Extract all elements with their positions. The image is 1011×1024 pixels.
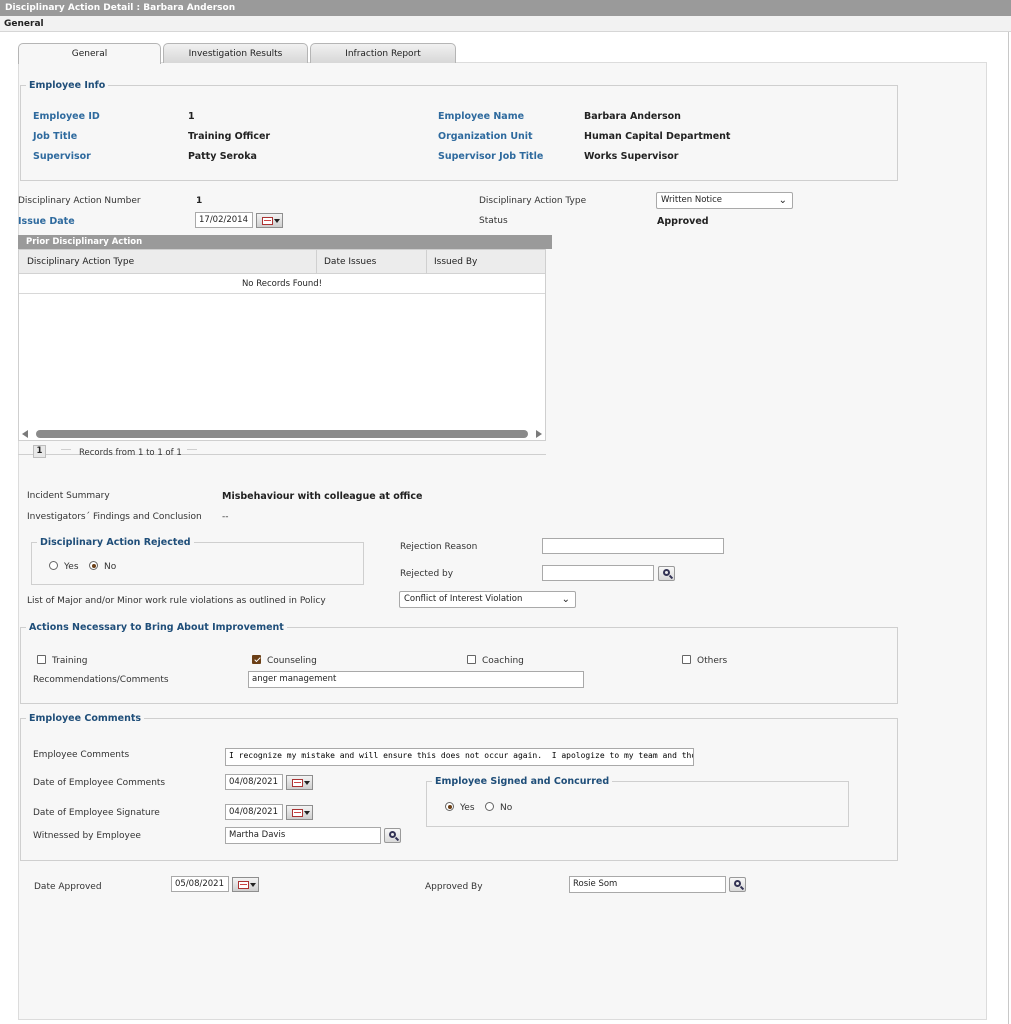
witnessed-label: Witnessed by Employee xyxy=(33,831,141,841)
calendar-icon[interactable] xyxy=(286,805,313,820)
tab-general[interactable]: General xyxy=(18,43,161,64)
employee-name-label: Employee Name xyxy=(438,111,525,122)
recommendations-label: Recommendations/Comments xyxy=(33,675,169,685)
witnessed-input[interactable]: Martha Davis xyxy=(225,827,381,844)
issue-date-label: Issue Date xyxy=(18,216,75,227)
supervisor-job-title-value: Works Supervisor xyxy=(584,151,679,162)
issue-date-input[interactable]: 17/02/2014 xyxy=(195,212,253,228)
date-approved-input[interactable]: 05/08/2021 xyxy=(171,876,229,892)
date-approved-label: Date Approved xyxy=(34,882,102,892)
signed-no-label: No xyxy=(500,803,513,813)
approved-by-input[interactable]: Rosie Som xyxy=(569,876,726,893)
supervisor-value: Patty Seroka xyxy=(188,151,257,162)
signed-no-radio[interactable] xyxy=(485,802,494,811)
no-records-text: No Records Found! xyxy=(19,275,545,294)
signed-yes-label: Yes xyxy=(460,803,475,813)
scrollbar-thumb[interactable] xyxy=(36,430,528,438)
date-signature-input[interactable]: 04/08/2021 xyxy=(225,804,283,820)
employee-info-legend: Employee Info xyxy=(29,80,106,91)
action-number-label: Disciplinary Action Number xyxy=(18,196,141,206)
rejected-yes-label: Yes xyxy=(64,562,79,572)
scroll-left-icon[interactable] xyxy=(22,430,28,438)
coaching-checkbox[interactable] xyxy=(467,655,476,664)
training-label: Training xyxy=(52,656,88,666)
recommendations-input[interactable]: anger management xyxy=(248,671,584,688)
improvement-group: Actions Necessary to Bring About Improve… xyxy=(20,622,898,704)
date-comments-label: Date of Employee Comments xyxy=(33,778,166,788)
rejected-no-label: No xyxy=(104,562,117,572)
supervisor-job-title-label: Supervisor Job Title xyxy=(438,151,544,162)
employee-comments-textarea[interactable]: I recognize my mistake and will ensure t… xyxy=(225,748,694,766)
supervisor-label: Supervisor xyxy=(33,151,91,162)
grid-header: Disciplinary Action Type Date Issues Iss… xyxy=(19,250,545,274)
findings-value: -- xyxy=(222,512,229,522)
approved-by-label: Approved By xyxy=(425,882,483,892)
training-checkbox[interactable] xyxy=(37,655,46,664)
action-type-value: Written Notice xyxy=(661,195,723,205)
section-title: General xyxy=(0,16,1011,32)
others-label: Others xyxy=(697,656,728,666)
rejection-reason-input[interactable] xyxy=(542,538,724,554)
search-icon[interactable] xyxy=(729,877,746,892)
date-comments-input[interactable]: 04/08/2021 xyxy=(225,774,283,790)
calendar-icon[interactable] xyxy=(286,775,313,790)
column-action-type[interactable]: Disciplinary Action Type xyxy=(19,250,316,274)
column-issued-by[interactable]: Issued By xyxy=(426,250,544,274)
tab-investigation-results[interactable]: Investigation Results xyxy=(163,43,308,63)
calendar-icon[interactable] xyxy=(256,213,283,228)
date-signature-label: Date of Employee Signature xyxy=(33,808,160,818)
coaching-label: Coaching xyxy=(482,656,524,666)
employee-comments-legend: Employee Comments xyxy=(29,713,142,724)
action-rejected-group: Disciplinary Action Rejected xyxy=(31,537,364,585)
employee-id-value: 1 xyxy=(188,111,195,122)
employee-comments-label: Employee Comments xyxy=(33,750,130,760)
right-border xyxy=(1008,32,1009,1024)
incident-summary-value: Misbehaviour with colleague at office xyxy=(222,491,423,502)
job-title-value: Training Officer xyxy=(188,131,271,142)
violations-label: List of Major and/or Minor work rule vio… xyxy=(27,596,326,606)
incident-summary-label: Incident Summary xyxy=(27,491,110,501)
signed-yes-radio[interactable] xyxy=(445,802,454,811)
prior-action-title: Prior Disciplinary Action xyxy=(18,235,552,249)
org-unit-label: Organization Unit xyxy=(438,131,533,142)
action-number-value: 1 xyxy=(196,196,203,206)
action-rejected-legend: Disciplinary Action Rejected xyxy=(40,537,191,548)
status-value: Approved xyxy=(657,216,709,227)
page-1-button[interactable]: 1 xyxy=(33,445,46,458)
horizontal-scrollbar[interactable] xyxy=(19,428,545,441)
window-title: Disciplinary Action Detail : Barbara And… xyxy=(0,0,1011,16)
column-date-issues[interactable]: Date Issues xyxy=(316,250,426,274)
improvement-legend: Actions Necessary to Bring About Improve… xyxy=(29,622,284,633)
counseling-label: Counseling xyxy=(267,656,317,666)
employee-name-value: Barbara Anderson xyxy=(584,111,681,122)
employee-id-label: Employee ID xyxy=(33,111,100,122)
findings-label: Investigators´ Findings and Conclusion xyxy=(27,512,202,522)
search-icon[interactable] xyxy=(658,566,675,581)
others-checkbox[interactable] xyxy=(682,655,691,664)
status-label: Status xyxy=(479,216,508,226)
tab-infraction-report[interactable]: Infraction Report xyxy=(310,43,456,63)
violations-value: Conflict of Interest Violation xyxy=(404,594,523,604)
scroll-right-icon[interactable] xyxy=(536,430,542,438)
violations-select[interactable]: Conflict of Interest Violation ⌄ xyxy=(399,591,576,608)
rejected-yes-radio[interactable] xyxy=(49,561,58,570)
action-type-label: Disciplinary Action Type xyxy=(479,196,587,206)
rejected-by-input[interactable] xyxy=(542,565,654,581)
counseling-checkbox[interactable] xyxy=(252,655,261,664)
search-icon[interactable] xyxy=(384,828,401,843)
org-unit-value: Human Capital Department xyxy=(584,131,731,142)
records-count: Records from 1 to 1 of 1 xyxy=(79,448,182,458)
chevron-down-icon: ⌄ xyxy=(561,594,570,605)
chevron-down-icon: ⌄ xyxy=(778,195,787,206)
rejected-no-radio[interactable] xyxy=(89,561,98,570)
job-title-label: Job Title xyxy=(33,131,78,142)
calendar-icon[interactable] xyxy=(232,877,259,892)
rejection-reason-label: Rejection Reason xyxy=(400,542,478,552)
action-type-select[interactable]: Written Notice ⌄ xyxy=(656,192,793,209)
rejected-by-label: Rejected by xyxy=(400,569,454,579)
signed-concurred-legend: Employee Signed and Concurred xyxy=(435,776,610,787)
